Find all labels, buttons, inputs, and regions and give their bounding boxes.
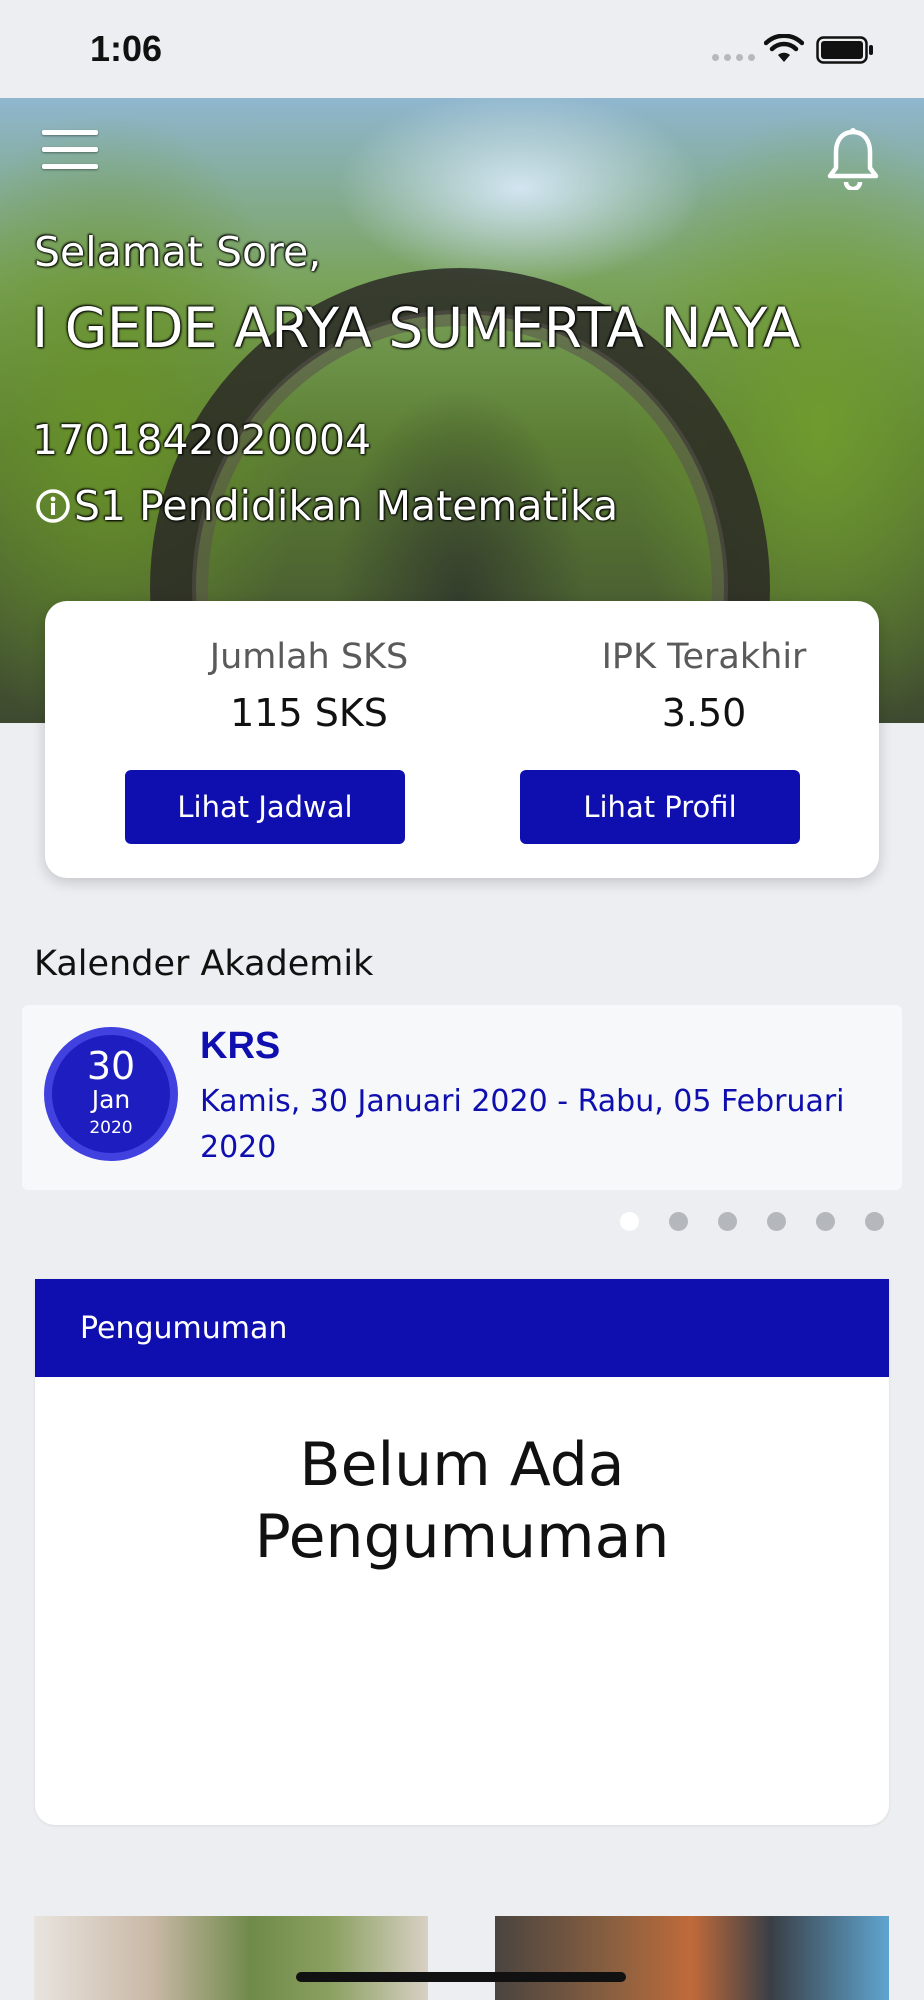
signal-icon: [712, 54, 755, 61]
home-indicator[interactable]: [296, 1972, 626, 1982]
pagination-dot[interactable]: [767, 1212, 786, 1231]
status-bar: 1:06: [0, 0, 924, 98]
hamburger-menu-icon[interactable]: [42, 130, 98, 170]
study-program-label: S1 Pendidikan Matematika: [74, 482, 619, 530]
pagination-dot[interactable]: [718, 1212, 737, 1231]
sks-label: Jumlah SKS: [209, 637, 409, 677]
students-photo-left[interactable]: [34, 1916, 428, 2000]
notification-bell-icon[interactable]: [826, 126, 880, 190]
event-month: Jan: [91, 1085, 131, 1114]
study-program: S1 Pendidikan Matematika: [34, 482, 618, 530]
pagination-dot[interactable]: [669, 1212, 688, 1231]
pagination-dot[interactable]: [816, 1212, 835, 1231]
carousel-pagination: [620, 1212, 884, 1231]
sks-stat: Jumlah SKS 115 SKS: [169, 637, 449, 735]
ipk-label: IPK Terakhir: [601, 637, 807, 677]
student-id: 1701842020004: [32, 416, 372, 464]
battery-icon: [816, 36, 873, 64]
ipk-value: 3.50: [661, 691, 747, 735]
event-day: 30: [86, 1044, 136, 1088]
event-year: 2020: [89, 1118, 133, 1138]
info-icon: [36, 489, 70, 523]
academic-summary-card: Jumlah SKS 115 SKS IPK Terakhir 3.50 Lih…: [45, 601, 879, 878]
academic-calendar-title: Kalender Akademik: [34, 944, 374, 984]
greeting-text: Selamat Sore,: [34, 228, 322, 276]
student-name: I GEDE ARYA SUMERTA NAYA: [32, 296, 800, 360]
announcement-header: Pengumuman: [35, 1279, 889, 1377]
event-date-badge: 30 Jan 2020: [44, 1027, 178, 1161]
students-photo-right[interactable]: [495, 1916, 889, 2000]
event-title: KRS: [200, 1025, 281, 1067]
wifi-icon: [764, 34, 804, 62]
ipk-stat: IPK Terakhir 3.50: [564, 637, 844, 735]
sks-value: 115 SKS: [230, 691, 388, 735]
view-profile-button[interactable]: Lihat Profil: [520, 770, 800, 844]
calendar-event-card[interactable]: 30 Jan 2020 KRS Kamis, 30 Januari 2020 -…: [22, 1005, 902, 1190]
pagination-dot[interactable]: [865, 1212, 884, 1231]
announcement-empty-message: Belum Ada Pengumuman: [254, 1430, 670, 1572]
announcement-panel: Pengumuman Belum Ada Pengumuman: [35, 1279, 889, 1825]
view-schedule-button[interactable]: Lihat Jadwal: [125, 770, 405, 844]
status-time: 1:06: [90, 28, 163, 69]
event-date-range: Kamis, 30 Januari 2020 - Rabu, 05 Februa…: [200, 1084, 845, 1165]
pagination-dot[interactable]: [620, 1212, 639, 1231]
